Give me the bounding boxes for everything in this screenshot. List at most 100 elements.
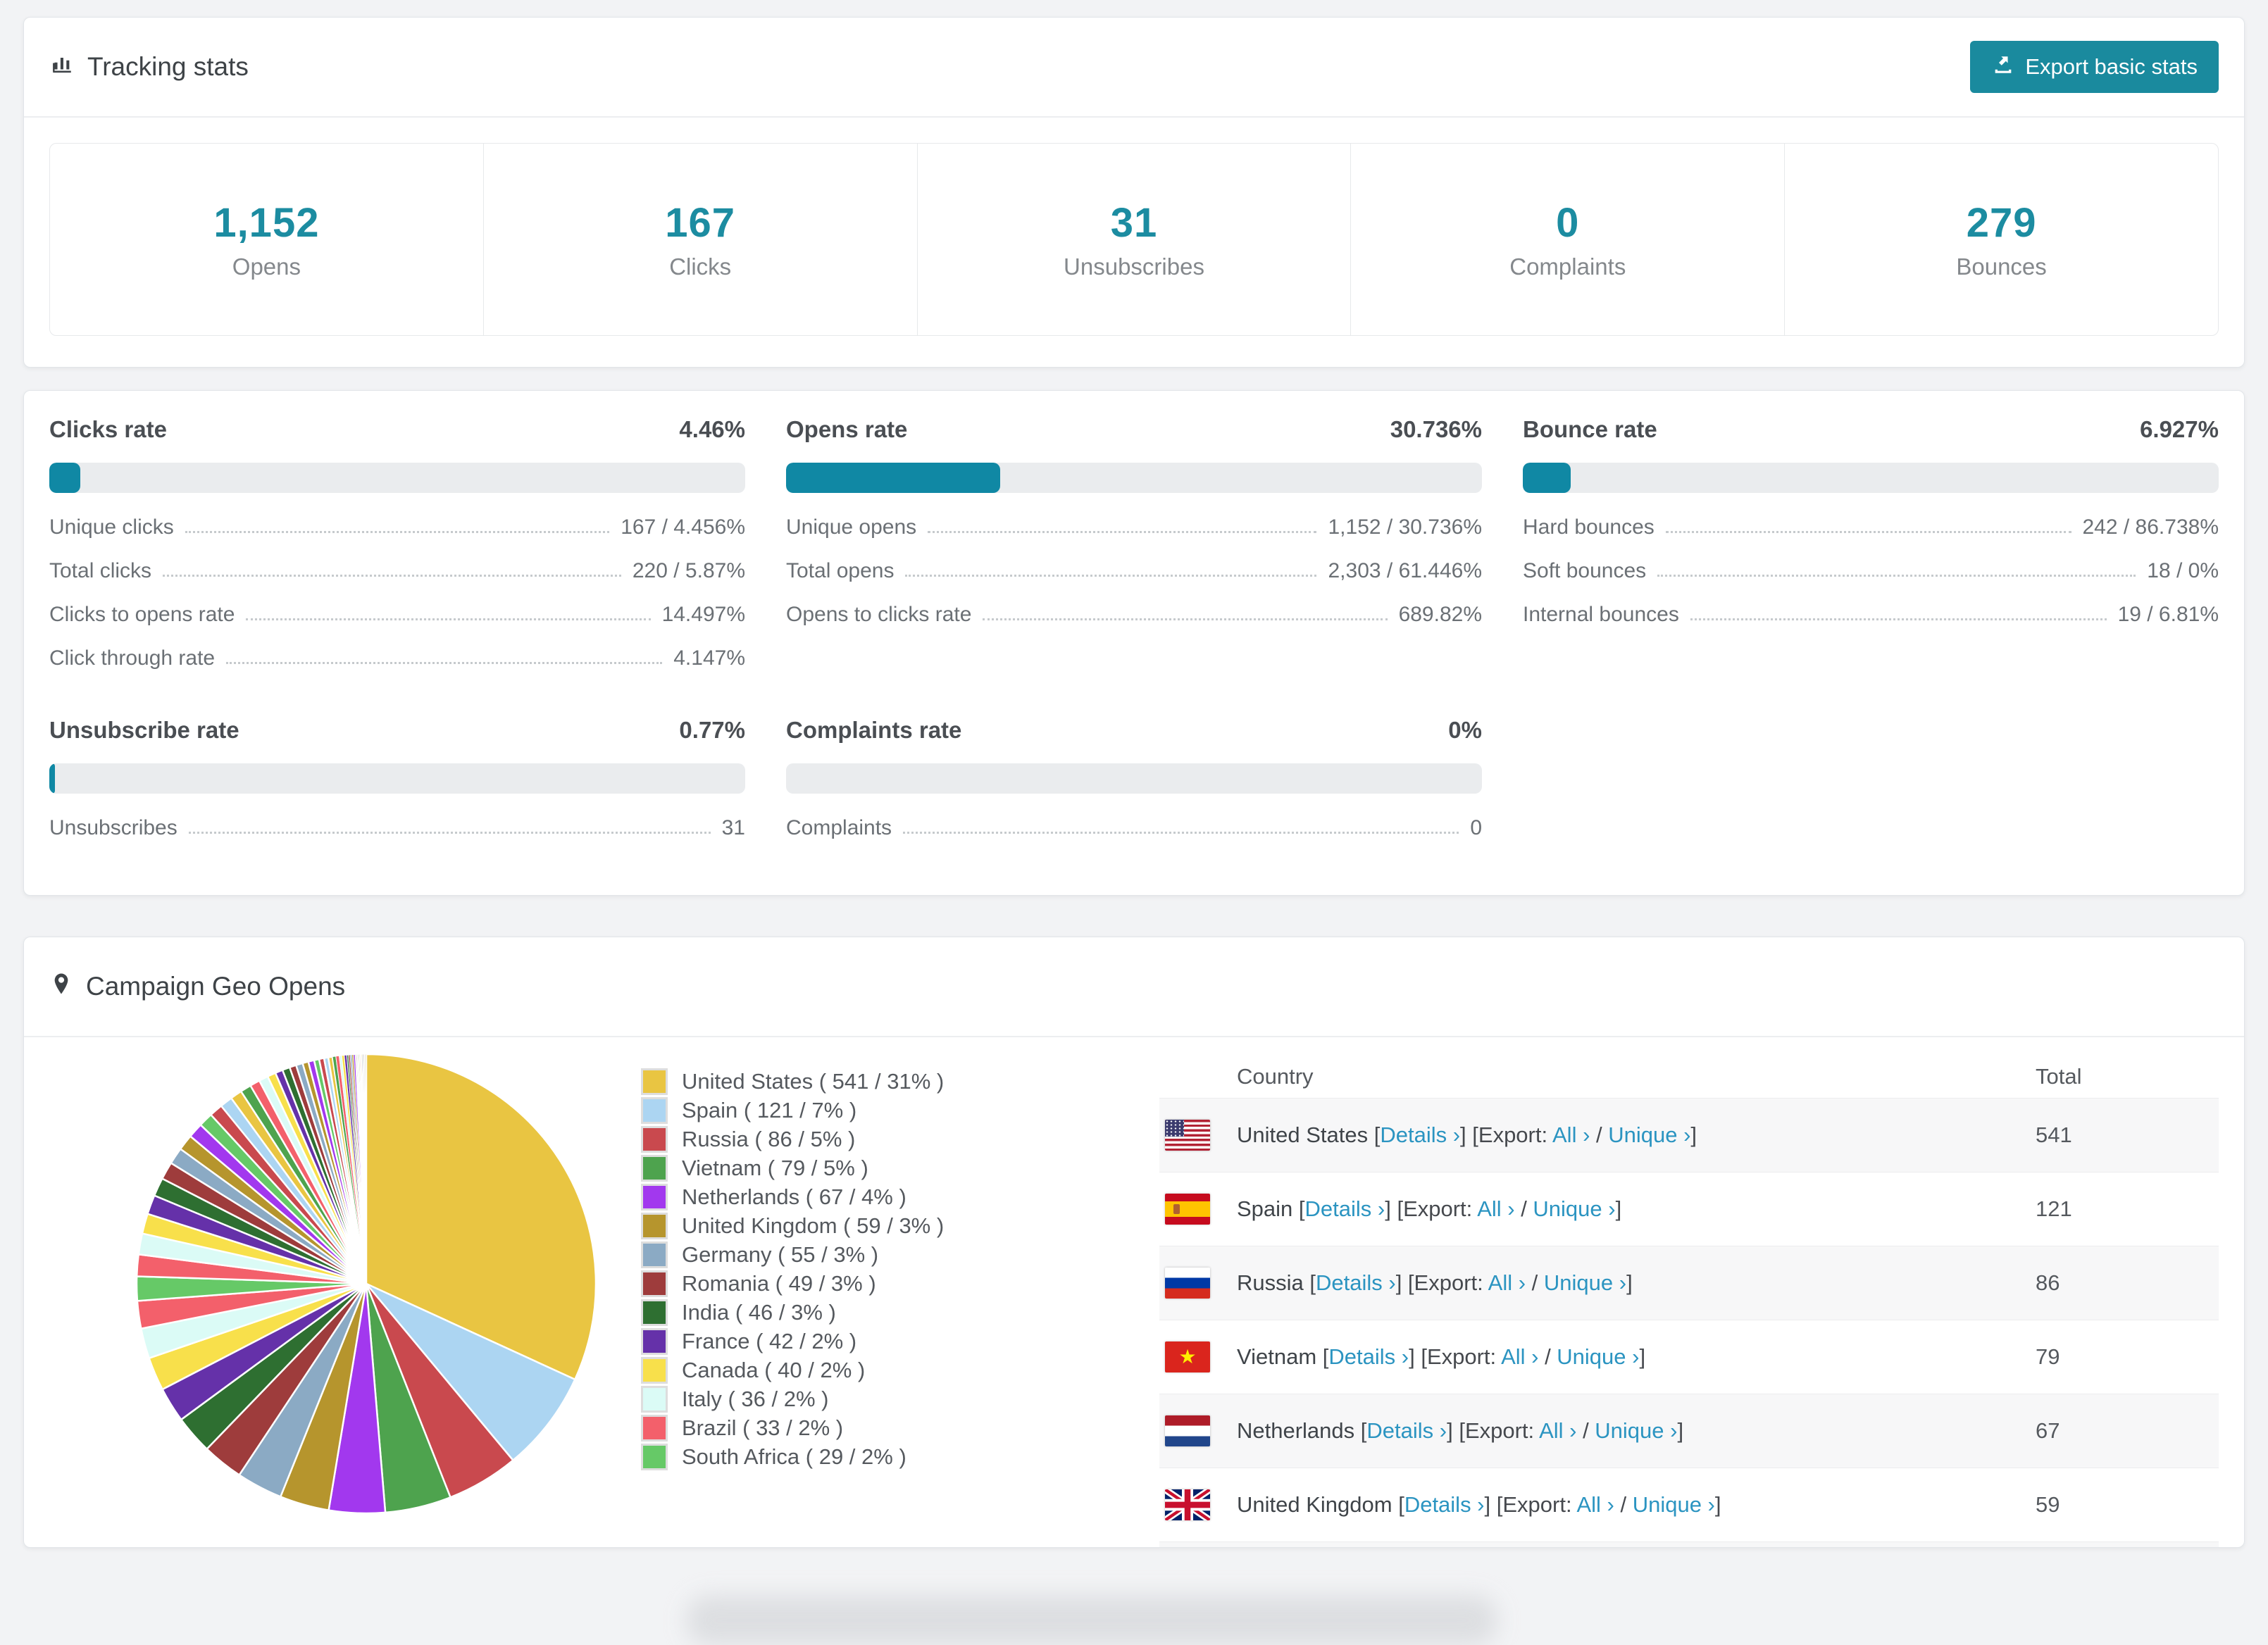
- summary-label: Bounces: [1956, 253, 2047, 280]
- table-row-spain: Spain [Details ›] [Export: All › / Uniqu…: [1159, 1172, 2219, 1246]
- table-cell-flag: [1159, 1268, 1237, 1299]
- table-cell-total: 86: [2036, 1270, 2060, 1295]
- country-name: Spain: [1237, 1196, 1299, 1221]
- dotted-leader: [163, 575, 621, 577]
- legend-item-vietnam[interactable]: Vietnam ( 79 / 5% ): [641, 1153, 1134, 1182]
- export-all-link[interactable]: All ›: [1488, 1270, 1526, 1295]
- details-link[interactable]: Details ›: [1316, 1270, 1396, 1295]
- stat-row-internal-bounces: Internal bounces 19 / 6.81%: [1523, 593, 2219, 637]
- dotted-leader: [1690, 618, 2107, 620]
- bracket-text: ] [: [1484, 1492, 1503, 1517]
- legend-item-netherlands[interactable]: Netherlands ( 67 / 4% ): [641, 1182, 1134, 1211]
- legend-label: Vietnam ( 79 / 5% ): [682, 1155, 868, 1180]
- progress-bar: [1523, 463, 2219, 493]
- legend-label: India ( 46 / 3% ): [682, 1299, 836, 1325]
- export-unique-link[interactable]: Unique ›: [1595, 1418, 1677, 1443]
- export-label: Export:: [1464, 1418, 1540, 1443]
- legend-item-germany[interactable]: Germany ( 55 / 3% ): [641, 1240, 1134, 1269]
- stat-label: Unique clicks: [49, 515, 174, 539]
- progress-bar: [786, 463, 1482, 493]
- legend-item-france[interactable]: France ( 42 / 2% ): [641, 1327, 1134, 1356]
- rate-section-title: Complaints rate: [786, 717, 962, 743]
- geo-header: Campaign Geo Opens: [24, 937, 2244, 1037]
- stat-label: Complaints: [786, 816, 892, 839]
- flag-vn: [1165, 1341, 1210, 1372]
- legend-swatch: [641, 1068, 668, 1095]
- legend-item-south-africa[interactable]: South Africa ( 29 / 2% ): [641, 1442, 1134, 1471]
- bracket-text: /: [1526, 1270, 1544, 1295]
- export-unique-link[interactable]: Unique ›: [1544, 1270, 1626, 1295]
- dotted-leader: [905, 575, 1317, 577]
- export-all-link[interactable]: All ›: [1501, 1344, 1538, 1369]
- export-label: Export:: [1478, 1122, 1552, 1147]
- details-link[interactable]: Details ›: [1305, 1196, 1385, 1221]
- rate-section-value: 0.77%: [679, 717, 745, 743]
- summary-label: Clicks: [669, 253, 732, 280]
- stat-label: Total opens: [786, 559, 895, 582]
- export-all-link[interactable]: All ›: [1576, 1492, 1614, 1517]
- bracket-text: ] [: [1447, 1418, 1465, 1443]
- table-header-row: Country Total: [1159, 1056, 2219, 1098]
- rate-section-header: Clicks rate 4.46%: [49, 416, 745, 443]
- geo-table: Country Total United States [Details ›] [E…: [1159, 1056, 2219, 1547]
- export-all-link[interactable]: All ›: [1552, 1122, 1590, 1147]
- legend-item-india[interactable]: India ( 46 / 3% ): [641, 1298, 1134, 1327]
- legend-label: Russia ( 86 / 5% ): [682, 1126, 856, 1151]
- legend-item-russia[interactable]: Russia ( 86 / 5% ): [641, 1125, 1134, 1153]
- dotted-leader: [1657, 575, 2136, 577]
- export-label: Export:: [1403, 1196, 1478, 1221]
- table-row-germany: Germany [Details ›] [Export: All › / Uni…: [1159, 1541, 2219, 1547]
- summary-value: 31: [1110, 199, 1158, 246]
- progress-bar-fill: [49, 463, 81, 493]
- legend-swatch: [641, 1241, 668, 1268]
- export-all-link[interactable]: All ›: [1477, 1196, 1514, 1221]
- table-cell-total: 67: [2036, 1418, 2060, 1443]
- legend-label: Italy ( 36 / 2% ): [682, 1386, 829, 1411]
- table-cell-total: 79: [2036, 1344, 2060, 1369]
- legend-label: United Kingdom ( 59 / 3% ): [682, 1213, 945, 1238]
- rate-section-header: Opens rate 30.736%: [786, 416, 1482, 443]
- table-cell-country: Russia [Details ›] [Export: All › / Uniq…: [1237, 1270, 2036, 1296]
- bar-chart-icon: [49, 51, 75, 83]
- details-link[interactable]: Details ›: [1380, 1122, 1460, 1147]
- country-name: United Kingdom: [1237, 1492, 1399, 1517]
- legend-item-brazil[interactable]: Brazil ( 33 / 2% ): [641, 1413, 1134, 1442]
- stat-row-click-through-rate: Click through rate 4.147%: [49, 637, 745, 680]
- dotted-leader: [188, 832, 711, 834]
- legend-item-canada[interactable]: Canada ( 40 / 2% ): [641, 1356, 1134, 1384]
- summary-value: 1,152: [213, 199, 320, 246]
- legend-item-united-states[interactable]: United States ( 541 / 31% ): [641, 1067, 1134, 1096]
- summary-cell-clicks: 167 Clicks: [482, 144, 917, 335]
- details-link[interactable]: Details ›: [1404, 1492, 1485, 1517]
- export-label: Export:: [1426, 1344, 1502, 1369]
- legend-label: Netherlands ( 67 / 4% ): [682, 1184, 906, 1209]
- summary-label: Complaints: [1509, 253, 1626, 280]
- export-unique-link[interactable]: Unique ›: [1533, 1196, 1615, 1221]
- country-name: Netherlands: [1237, 1418, 1361, 1443]
- legend-label: France ( 42 / 2% ): [682, 1328, 857, 1353]
- bracket-text: ]: [1626, 1270, 1633, 1295]
- tracking-stats-header: Tracking stats Export basic stats: [24, 18, 2244, 118]
- table-cell-flag: [1159, 1341, 1237, 1372]
- legend-item-spain[interactable]: Spain ( 121 / 7% ): [641, 1096, 1134, 1125]
- details-link[interactable]: Details ›: [1366, 1418, 1447, 1443]
- legend-item-united-kingdom[interactable]: United Kingdom ( 59 / 3% ): [641, 1211, 1134, 1240]
- summary-value: 279: [1966, 199, 2037, 246]
- legend-item-romania[interactable]: Romania ( 49 / 3% ): [641, 1269, 1134, 1298]
- legend-label: South Africa ( 29 / 2% ): [682, 1444, 906, 1469]
- export-unique-link[interactable]: Unique ›: [1608, 1122, 1690, 1147]
- flag-gb: [1165, 1489, 1210, 1520]
- legend-swatch: [641, 1154, 668, 1182]
- legend-label: Romania ( 49 / 3% ): [682, 1270, 876, 1296]
- legend-label: Spain ( 121 / 7% ): [682, 1097, 857, 1122]
- export-basic-stats-button[interactable]: Export basic stats: [1970, 41, 2219, 93]
- details-link[interactable]: Details ›: [1328, 1344, 1409, 1369]
- export-unique-link[interactable]: Unique ›: [1557, 1344, 1639, 1369]
- legend-swatch: [641, 1299, 668, 1326]
- export-all-link[interactable]: All ›: [1539, 1418, 1576, 1443]
- flag-us: [1165, 1120, 1210, 1151]
- bracket-text: ]: [1690, 1122, 1697, 1147]
- legend-item-italy[interactable]: Italy ( 36 / 2% ): [641, 1384, 1134, 1413]
- export-unique-link[interactable]: Unique ›: [1633, 1492, 1715, 1517]
- rate-section-value: 30.736%: [1390, 416, 1482, 442]
